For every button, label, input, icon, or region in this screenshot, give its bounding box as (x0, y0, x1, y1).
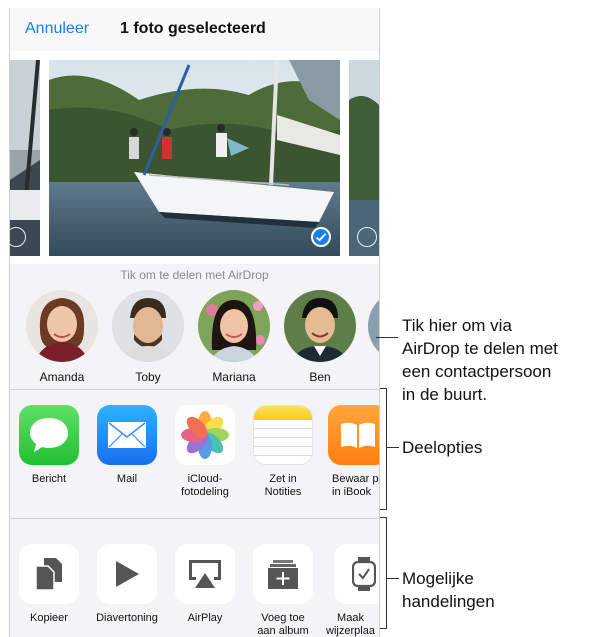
airdrop-hint: Tik om te delen met AirDrop (120, 268, 269, 282)
add-album-icon (253, 544, 313, 604)
action-make-watch-face[interactable]: Maak wijzerplaa (322, 544, 379, 637)
share-mail[interactable]: Mail (88, 405, 166, 486)
airdrop-contact-mariana[interactable]: Mariana (196, 290, 272, 384)
messages-icon (19, 405, 79, 465)
app-label: Voeg toe aan album (257, 612, 309, 637)
app-label: Bewaar p in iBook (332, 473, 379, 498)
avatar (26, 290, 98, 362)
share-options-row: Bericht Mail iCloud- fotodeling Zet in N… (10, 390, 379, 519)
share-notes[interactable]: Zet in Notities (244, 405, 322, 499)
airplay-icon (175, 544, 235, 604)
photos-icon (175, 405, 235, 465)
share-ibooks[interactable]: Bewaar p in iBook (324, 405, 379, 499)
photo-thumbnail-previous[interactable] (10, 60, 40, 256)
contact-name: Mariana (212, 370, 256, 384)
callout-leader-share (387, 447, 399, 448)
app-label: Mail (116, 473, 138, 485)
avatar (198, 290, 270, 362)
ibooks-icon (328, 405, 379, 465)
photo-thumbnail-next[interactable] (349, 60, 379, 256)
contact-name: Toby (135, 370, 161, 384)
callout-airdrop: Tik hier om via AirDrop te delen met een… (402, 316, 558, 404)
callout-actions: Mogelijke handelingen (402, 569, 495, 611)
contact-name: Amanda (39, 370, 85, 384)
contact-name: Ben (309, 370, 331, 384)
avatar (368, 290, 379, 362)
photo-strip[interactable] (10, 51, 379, 264)
selection-circle-icon[interactable] (357, 227, 377, 247)
airdrop-contact-partial[interactable] (368, 290, 379, 362)
share-sheet: Annuleer 1 foto geselecteerd Tik om te d… (9, 8, 380, 637)
actions-row: Kopieer Diavertoning AirPlay Voeg toe aa… (10, 519, 379, 637)
mail-icon (97, 405, 157, 465)
app-label: Kopieer (30, 612, 68, 624)
watch-icon (334, 544, 379, 604)
callout-share-options: Deelopties (402, 438, 483, 457)
selected-check-icon[interactable] (311, 227, 331, 247)
callout-bracket-share (380, 388, 387, 510)
app-label: Diavertoning (96, 612, 158, 624)
share-messages[interactable]: Bericht (10, 405, 88, 486)
play-icon (97, 544, 157, 604)
app-label: Bericht (31, 473, 67, 485)
cancel-button[interactable]: Annuleer (25, 20, 89, 38)
copy-icon (19, 544, 79, 604)
airdrop-contact-toby[interactable]: Toby (110, 290, 186, 384)
airdrop-contact-amanda[interactable]: Amanda (24, 290, 100, 384)
callout-leader-actions (387, 578, 399, 579)
nav-bar: Annuleer 1 foto geselecteerd (10, 8, 379, 52)
action-slideshow[interactable]: Diavertoning (88, 544, 166, 625)
avatar (112, 290, 184, 362)
airdrop-contact-ben[interactable]: Ben (282, 290, 358, 384)
action-add-to-album[interactable]: Voeg toe aan album (244, 544, 322, 637)
photo-thumbnail-selected[interactable] (49, 60, 340, 256)
callout-bracket-actions (380, 517, 387, 629)
action-airplay[interactable]: AirPlay (166, 544, 244, 625)
airdrop-section: Tik om te delen met AirDrop Amanda Toby … (10, 264, 379, 390)
app-label: iCloud- fotodeling (181, 473, 229, 498)
avatar (284, 290, 356, 362)
share-icloud-photo-sharing[interactable]: iCloud- fotodeling (166, 405, 244, 499)
app-label: Maak wijzerplaa (326, 612, 375, 637)
callout-leader-airdrop (376, 337, 398, 338)
app-label: AirPlay (187, 612, 223, 624)
page-title: 1 foto geselecteerd (120, 20, 266, 37)
app-label: Zet in Notities (264, 473, 302, 498)
action-copy[interactable]: Kopieer (10, 544, 88, 625)
notes-icon (253, 405, 313, 465)
